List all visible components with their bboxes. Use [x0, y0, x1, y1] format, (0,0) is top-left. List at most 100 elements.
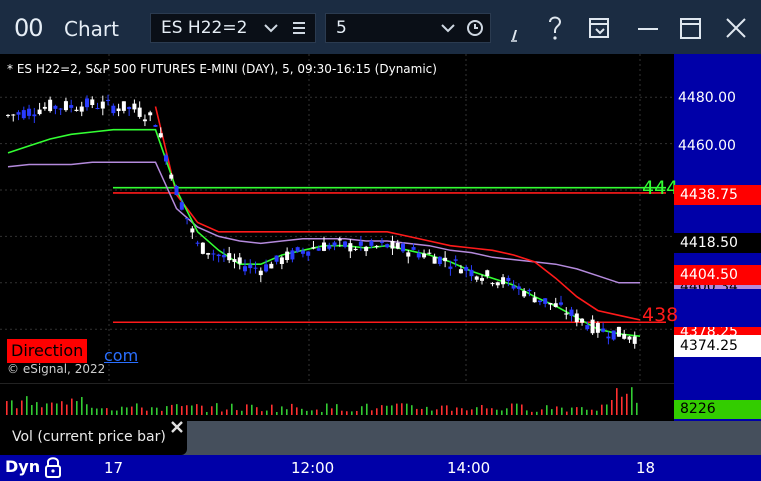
clock-icon[interactable]: [466, 17, 484, 43]
volume-bar: [576, 407, 578, 415]
candle-body: [522, 290, 527, 297]
help-icon[interactable]: [545, 13, 565, 47]
volume-bar: [501, 410, 503, 415]
candle-body: [511, 285, 516, 289]
chevron-down-icon[interactable]: [440, 17, 456, 43]
candle-body: [290, 250, 295, 260]
symbol-input[interactable]: ES H22=2: [150, 13, 316, 43]
candle-body: [153, 125, 158, 127]
candle-body: [406, 252, 411, 257]
volume-study-tab[interactable]: Vol (current price bar): [0, 421, 187, 455]
candle-body: [348, 243, 353, 252]
volume-study-label: Vol (current price bar): [12, 429, 166, 445]
volume-bar: [171, 404, 173, 415]
candle-body: [453, 259, 458, 261]
candle-body: [485, 270, 490, 277]
volume-bar: [76, 401, 78, 415]
volume-bar: [526, 410, 528, 415]
close-icon[interactable]: [724, 16, 748, 44]
candle-body: [474, 276, 479, 280]
volume-bar: [241, 410, 243, 415]
candle-body: [416, 253, 421, 258]
time-tick: 18: [636, 459, 656, 477]
candle-body: [548, 302, 553, 305]
volume-bar: [6, 401, 8, 415]
candle-body: [279, 257, 284, 265]
price-plot[interactable]: [0, 54, 674, 383]
candle-body: [16, 112, 21, 115]
volume-bar: [446, 405, 448, 415]
volume-bar: [371, 410, 373, 415]
candle-body: [537, 300, 542, 303]
green-line-edge-label: 444: [642, 177, 679, 199]
volume-bar: [571, 407, 573, 415]
volume-bar: [516, 403, 518, 415]
volume-bar: [611, 400, 613, 415]
volume-bar: [451, 410, 453, 415]
volume-bar: [101, 408, 103, 415]
candle-body: [632, 336, 637, 344]
volume-bar: [271, 404, 273, 415]
volume-bar: [596, 410, 598, 415]
candle-body: [95, 108, 100, 110]
candle-body: [395, 242, 400, 249]
volume-bar: [86, 404, 88, 415]
candle-body: [169, 174, 174, 179]
chevron-down-icon[interactable]: [263, 17, 279, 43]
candle-body: [85, 98, 89, 108]
candle-body: [616, 326, 621, 337]
direction-link[interactable]: com: [104, 346, 138, 365]
price-label-red2: 4404.50: [674, 265, 761, 285]
price-label-last: 4374.25: [674, 335, 761, 357]
volume-bar: [396, 403, 398, 415]
volume-bar: [601, 404, 603, 415]
candle-body: [553, 303, 558, 307]
time-tick: 12:00: [291, 459, 335, 477]
close-icon[interactable]: [170, 419, 184, 438]
candle-body: [211, 253, 216, 255]
candle-body: [427, 252, 432, 254]
minimize-icon[interactable]: [636, 16, 660, 44]
volume-bar: [621, 396, 623, 415]
layout-icon[interactable]: [588, 16, 612, 44]
candle-body: [148, 112, 153, 116]
candle-body: [306, 251, 311, 256]
volume-bar: [66, 404, 68, 415]
list-icon[interactable]: [291, 17, 307, 43]
price-tick: 4480.00: [678, 90, 736, 106]
pen-icon[interactable]: [509, 26, 523, 46]
candle-body: [79, 106, 84, 112]
candle-body: [195, 242, 200, 244]
volume-bar: [71, 398, 73, 415]
volume-bar: [156, 407, 158, 415]
candle-body: [374, 245, 379, 247]
candle-body: [358, 241, 363, 246]
candle-body: [158, 133, 163, 138]
volume-bar: [131, 406, 133, 415]
direction-label[interactable]: Direction: [7, 339, 88, 363]
candle-body: [343, 241, 348, 247]
volume-bar: [481, 404, 483, 415]
copyright: © eSignal, 2022: [7, 362, 106, 376]
volume-bar: [11, 400, 13, 415]
window-title: Chart: [64, 17, 119, 41]
candle-body: [185, 218, 190, 220]
candle-body: [390, 240, 395, 249]
volume-bar: [161, 410, 163, 415]
volume-bar: [301, 408, 303, 415]
maximize-icon[interactable]: [679, 16, 703, 44]
interval-input[interactable]: 5: [325, 13, 491, 43]
lock-icon[interactable]: [44, 456, 62, 481]
dyn-label[interactable]: Dyn: [5, 457, 40, 476]
volume-bar: [181, 406, 183, 415]
candle-body: [332, 242, 337, 246]
candle-body: [127, 107, 132, 110]
candle-body: [216, 254, 221, 257]
volume-bar: [126, 407, 128, 415]
volume-bar: [251, 404, 253, 415]
red-envelope-line: [154, 106, 641, 321]
volume-bar: [176, 404, 178, 415]
volume-bar: [281, 406, 283, 415]
volume-bar: [246, 404, 248, 415]
candle-body: [311, 247, 316, 249]
